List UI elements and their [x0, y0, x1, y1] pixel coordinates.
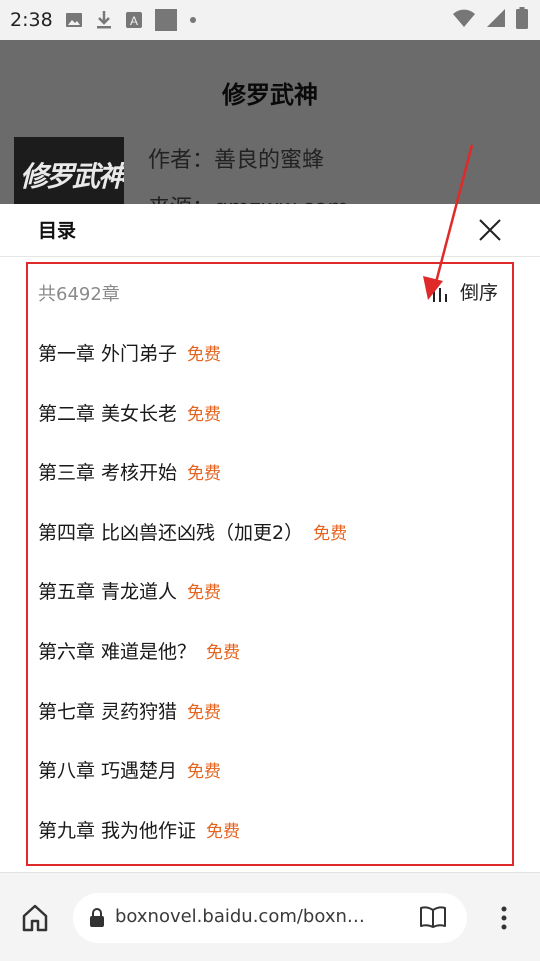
chapter-item[interactable]: 第八章 巧遇楚月 免费 [0, 739, 540, 799]
book-author: 作者：善良的蜜蜂 [148, 148, 325, 173]
free-badge: 免费 [187, 345, 222, 365]
reader-mode-button[interactable] [419, 904, 447, 934]
free-badge: 免费 [313, 523, 348, 544]
book-source: 来源：qmzww.com [148, 190, 349, 204]
book-cover: 修罗武神 [14, 137, 124, 205]
status-time: 2:38 [10, 9, 53, 31]
chapter-item[interactable]: 第一章 外门弟子 免费 [0, 322, 540, 382]
more-menu-button[interactable] [494, 903, 514, 933]
chapter-item[interactable]: 第三章 考核开始 免费 [0, 441, 540, 501]
close-button[interactable] [474, 214, 506, 246]
toc-sheet: 目录 共6492章 倒序 第一章 外门弟子 免费 第二章 美女长老 免费 第三章 考… [0, 204, 540, 872]
signal-icon [486, 8, 506, 32]
free-badge: 免费 [206, 642, 241, 663]
chapter-title: 第一章 外门弟子 [38, 343, 178, 365]
chapter-title: 第六章 难道是他？ [38, 640, 197, 663]
chapter-item[interactable]: 第二章 美女长老 免费 [0, 382, 540, 442]
chapter-item[interactable]: 第五章 青龙道人 免费 [0, 560, 540, 620]
chapter-item[interactable]: 第四章 比凶兽还凶残（加更2） 免费 [0, 501, 540, 561]
chapter-list: 第一章 外门弟子 免费 第二章 美女长老 免费 第三章 考核开始 免费 第四章 比凶兽… [0, 322, 540, 858]
home-button[interactable] [20, 903, 50, 933]
close-icon [479, 219, 501, 241]
chapter-title: 第七章 灵药狩猎 [38, 700, 178, 723]
chapter-item[interactable]: 第六章 难道是他？ 免费 [0, 620, 540, 680]
chapter-title: 第三章 考核开始 [38, 462, 178, 485]
battery-icon [516, 7, 528, 33]
more-vert-icon [501, 906, 507, 930]
svg-text:A: A [130, 14, 138, 28]
chapter-title: 第五章 青龙道人 [38, 581, 178, 604]
sort-label: 倒序 [460, 282, 499, 304]
chapter-title: 第二章 美女长老 [38, 402, 178, 425]
toc-header: 目录 [0, 204, 540, 257]
book-title: 修罗武神 [222, 81, 318, 109]
toc-title: 目录 [38, 220, 77, 242]
chapter-title: 第八章 巧遇楚月 [38, 760, 178, 783]
free-badge: 免费 [187, 702, 222, 723]
chapter-item[interactable]: 第七章 灵药狩猎 免费 [0, 680, 540, 740]
chapter-count: 共6492章 [38, 284, 120, 305]
free-badge: 免费 [187, 404, 222, 425]
address-bar[interactable]: boxnovel.baidu.com/boxn… [73, 893, 467, 943]
cover-title-text: 修罗武神 [20, 160, 124, 193]
chapter-item[interactable]: 第九章 我为他作证 免费 [0, 799, 540, 859]
sort-toggle-button[interactable]: 倒序 [428, 278, 498, 305]
download-icon [95, 10, 113, 30]
url-text: boxnovel.baidu.com/boxn… [115, 906, 365, 927]
free-badge: 免费 [187, 583, 222, 604]
sort-icon [433, 281, 447, 302]
home-icon [22, 904, 48, 932]
browser-bottom-bar: boxnovel.baidu.com/boxn… [0, 872, 540, 961]
lock-icon [90, 908, 104, 927]
square-app-icon [154, 9, 177, 31]
text-app-icon: A [125, 11, 143, 29]
chapter-title: 第四章 比凶兽还凶残（加更2） [38, 521, 304, 544]
free-badge: 免费 [187, 464, 222, 485]
image-icon [65, 11, 83, 29]
free-badge: 免费 [187, 762, 222, 783]
book-icon [420, 906, 446, 928]
chapter-title: 第九章 我为他作证 [38, 819, 197, 842]
wifi-icon [452, 8, 476, 32]
status-bar: 2:38 A [0, 0, 540, 40]
free-badge: 免费 [206, 821, 241, 842]
notification-dot-icon [189, 16, 197, 24]
